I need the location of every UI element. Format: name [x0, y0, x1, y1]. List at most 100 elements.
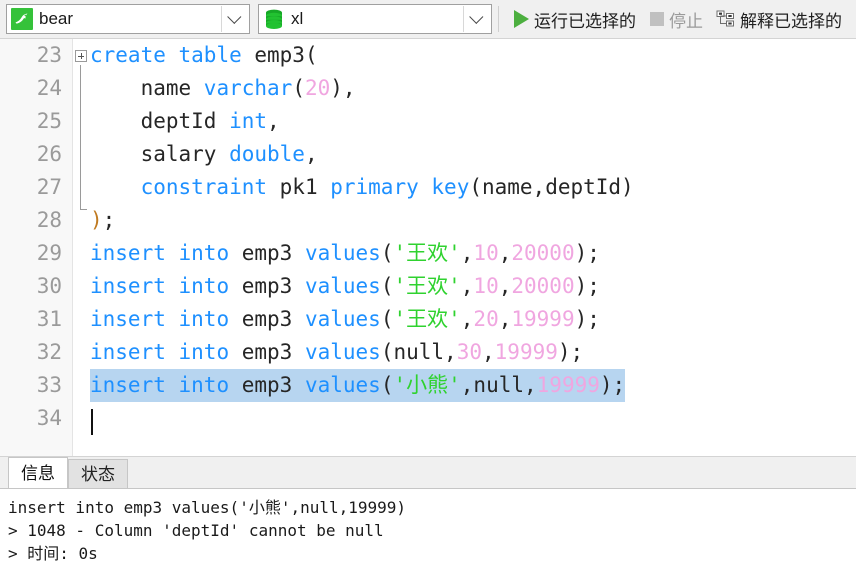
code-token: ); [574, 241, 600, 265]
code-token: '小熊' [393, 373, 461, 397]
code-token: 20000 [511, 241, 575, 265]
line-number: 30 [36, 274, 62, 298]
message-line: > 1048 - Column 'deptId' cannot be null [8, 521, 384, 540]
code-line[interactable]: 24 name varchar(20), [0, 72, 856, 105]
output-panel: 信息 状态 insert into emp3 values('小熊',null,1… [0, 457, 856, 571]
code-token: values [304, 241, 381, 265]
dolphin-icon [11, 8, 33, 30]
code-token: ( [380, 307, 394, 331]
database-icon [263, 8, 285, 30]
code-token: ( [292, 76, 305, 100]
toolbar: bear xl 运行已选择的 停止 解释已选择的 [0, 0, 856, 38]
output-tab[interactable]: 信息 [8, 457, 68, 488]
code-line[interactable]: 23 create table emp3( [0, 39, 856, 72]
line-number: 31 [36, 307, 62, 331]
output-tab[interactable]: 状态 [68, 459, 128, 488]
message-line: > 时间: 0s [8, 544, 98, 563]
code-token: insert [90, 340, 166, 364]
code-line[interactable]: 26 salary double, [0, 138, 856, 171]
code-token: pk1 [267, 175, 331, 199]
code-token: key [431, 175, 470, 199]
code-token: into [178, 274, 230, 298]
code-token: ( [380, 241, 394, 265]
chevron-down-icon [227, 9, 242, 24]
code-line[interactable]: 28); [0, 204, 856, 237]
connection-dropdown-arrow[interactable] [221, 6, 248, 32]
code-token: ( [380, 373, 394, 397]
code-line[interactable]: 30 insert into emp3 values('王欢',10,20000)… [0, 270, 856, 303]
code-line[interactable]: 34 [0, 402, 856, 435]
run-selected-label: 运行已选择的 [534, 11, 636, 31]
code-token: 19999 [511, 307, 575, 331]
code-token: , [460, 241, 474, 265]
connection-combobox[interactable]: bear [6, 4, 250, 34]
code-token: emp3 [229, 307, 305, 331]
code-token: values [304, 307, 381, 331]
line-number: 34 [36, 406, 62, 430]
code-token: values [304, 373, 381, 397]
code-token: '王欢' [393, 241, 461, 265]
code-line[interactable]: 27 constraint pk1 primary key(name,deptI… [0, 171, 856, 204]
sql-editor-window: bear xl 运行已选择的 停止 解释已选择的 23 create table… [0, 0, 856, 571]
code-line-text: constraint pk1 primary key(name,deptId) [90, 171, 634, 204]
run-selected-button[interactable]: 运行已选择的 [507, 4, 639, 34]
code-line[interactable]: 32 insert into emp3 values(null,30,19999)… [0, 336, 856, 369]
database-value: xl [291, 9, 304, 28]
code-token: , [460, 373, 474, 397]
code-token: 19999 [536, 373, 600, 397]
code-line-text: insert into emp3 values('王欢',10,20000); [90, 270, 600, 303]
database-combobox[interactable]: xl [258, 4, 492, 34]
code-line-text: salary double, [90, 138, 318, 171]
code-line[interactable]: 33 insert into emp3 values('小熊',null,1999… [0, 369, 856, 402]
code-token: , [304, 142, 318, 166]
code-token: (name,deptId) [469, 175, 634, 199]
stop-button[interactable]: 停止 [641, 4, 706, 34]
code-token: table [178, 43, 242, 67]
database-dropdown-arrow[interactable] [463, 6, 490, 32]
code-token: ; [102, 208, 116, 232]
message-output[interactable]: insert into emp3 values('小熊',null,19999)… [0, 488, 856, 571]
code-token: insert [90, 274, 166, 298]
code-lines[interactable]: 23 create table emp3 (24 name varchar(20),… [0, 39, 856, 456]
code-line[interactable]: 29 insert into emp3 values('王欢',10,20000)… [0, 237, 856, 270]
code-token: 10 [473, 241, 499, 265]
explain-selected-label: 解释已选择的 [740, 11, 842, 31]
code-line-text: ); [90, 204, 115, 237]
code-token: values [304, 274, 381, 298]
code-token: emp3 [229, 241, 305, 265]
code-token: emp3 [229, 373, 305, 397]
code-line[interactable]: 31 insert into emp3 values('王欢',20,19999)… [0, 303, 856, 336]
line-number: 26 [36, 142, 62, 166]
code-token: varchar [203, 76, 293, 100]
code-token: insert [90, 241, 166, 265]
code-token: create [90, 43, 166, 67]
stop-icon [650, 12, 664, 26]
code-token: null [393, 340, 445, 364]
code-token: 20000 [511, 274, 575, 298]
code-token: ); [574, 274, 600, 298]
play-icon [514, 10, 529, 28]
code-token: insert [90, 373, 166, 397]
code-token: ); [557, 340, 584, 364]
code-token: null [473, 373, 524, 397]
code-token: into [178, 340, 230, 364]
line-number: 23 [36, 43, 62, 67]
code-token: ); [599, 373, 626, 397]
line-number: 24 [36, 76, 62, 100]
code-token: ) [90, 208, 103, 232]
code-line-text: insert into emp3 values('王欢',10,20000); [90, 237, 600, 270]
code-line[interactable]: 25 deptId int, [0, 105, 856, 138]
explain-selected-button[interactable]: 解释已选择的 [708, 4, 845, 34]
code-token: into [178, 307, 230, 331]
code-token: emp3 [229, 274, 305, 298]
code-token: , [498, 307, 512, 331]
code-token: ), [330, 76, 356, 100]
message-line: insert into emp3 values('小熊',null,19999) [8, 498, 407, 517]
code-line-text: insert into emp3 values(null,30,19999); [90, 336, 583, 369]
code-token: ( [380, 340, 394, 364]
sql-code-editor[interactable]: 23 create table emp3 (24 name varchar(20),… [0, 38, 856, 457]
toolbar-separator [498, 6, 499, 32]
